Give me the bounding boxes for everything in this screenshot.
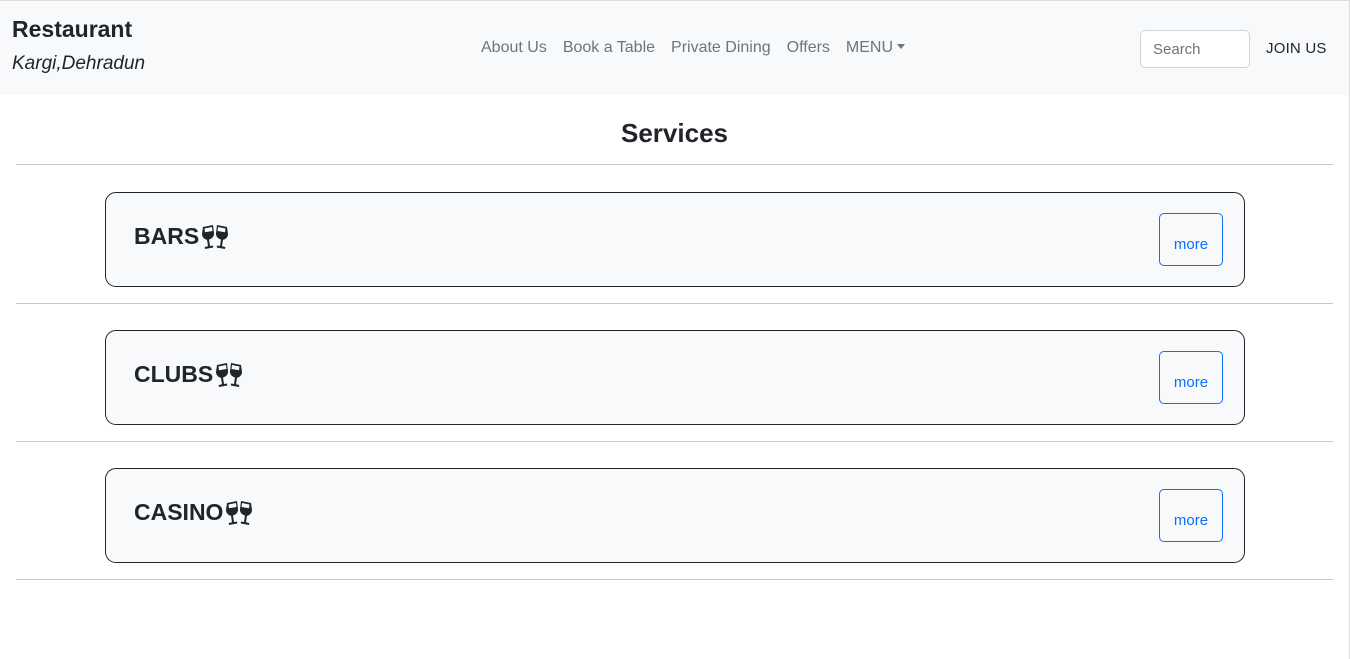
section-title: Services bbox=[621, 118, 728, 148]
page: Restaurant Kargi,Dehradun About Us Book … bbox=[0, 0, 1350, 659]
join-us-link[interactable]: JOIN US bbox=[1266, 40, 1327, 57]
divider bbox=[16, 164, 1333, 165]
nav-dropdown-menu[interactable]: MENU bbox=[838, 39, 913, 57]
brand-subtitle: Kargi,Dehradun bbox=[12, 53, 146, 74]
service-card-casino: CASINO more bbox=[105, 468, 1245, 563]
nav-links: About Us Book a Table Private Dining Off… bbox=[473, 39, 913, 57]
clinking-glasses-icon bbox=[216, 362, 243, 387]
more-button[interactable]: more bbox=[1159, 489, 1223, 542]
service-card-bars: BARS more bbox=[105, 192, 1245, 287]
divider bbox=[16, 441, 1333, 442]
nav-dropdown-menu-label: MENU bbox=[845, 39, 894, 56]
divider bbox=[16, 579, 1333, 580]
nav-link-private-dining[interactable]: Private Dining bbox=[663, 39, 779, 57]
nav-link-book-a-table[interactable]: Book a Table bbox=[555, 39, 663, 57]
divider bbox=[16, 303, 1333, 304]
service-card-clubs: CLUBS more bbox=[105, 330, 1245, 425]
brand: Restaurant Kargi,Dehradun bbox=[12, 15, 145, 75]
nav-link-about-us[interactable]: About Us bbox=[473, 39, 555, 57]
search-input[interactable] bbox=[1140, 30, 1250, 68]
clinking-glasses-icon bbox=[226, 500, 253, 525]
service-title: CLUBS bbox=[134, 361, 244, 388]
service-title-text: BARS bbox=[134, 223, 200, 249]
caret-down-icon bbox=[897, 44, 906, 49]
service-title: CASINO bbox=[134, 499, 254, 526]
service-title-text: CASINO bbox=[134, 499, 224, 525]
clinking-glasses-icon bbox=[202, 224, 229, 249]
nav-link-offers[interactable]: Offers bbox=[779, 39, 838, 57]
service-title-text: CLUBS bbox=[134, 361, 214, 387]
navbar: Restaurant Kargi,Dehradun About Us Book … bbox=[0, 1, 1349, 95]
service-title: BARS bbox=[134, 223, 230, 250]
more-button[interactable]: more bbox=[1159, 213, 1223, 266]
more-button[interactable]: more bbox=[1159, 351, 1223, 404]
brand-title[interactable]: Restaurant bbox=[12, 15, 145, 43]
